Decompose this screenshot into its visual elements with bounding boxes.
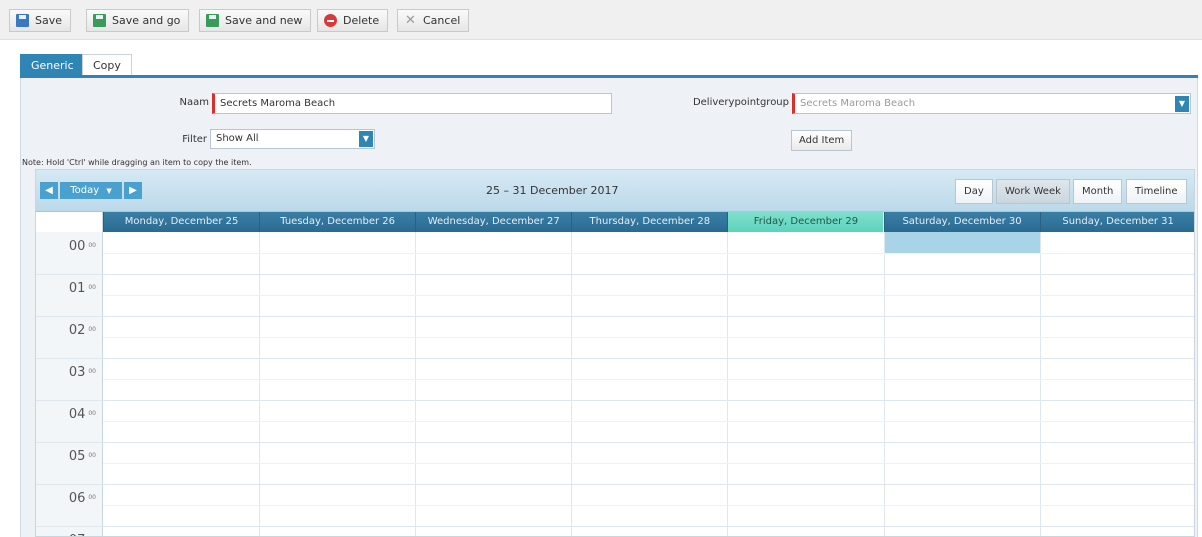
chevron-down-icon[interactable]: ▼ bbox=[1175, 96, 1189, 112]
minute-value: 00 bbox=[88, 368, 96, 375]
minute-value: 00 bbox=[88, 242, 96, 249]
scheduler-header: ◀ Today ▼ ▶ 25 – 31 December 2017 Day Wo… bbox=[36, 170, 1194, 212]
delete-icon bbox=[324, 14, 337, 27]
time-grid[interactable]: 00000100020003000400050006000700 bbox=[36, 232, 1194, 536]
hour-line bbox=[36, 442, 1194, 443]
day-divider bbox=[727, 232, 729, 536]
cancel-label: Cancel bbox=[423, 14, 461, 27]
day-header[interactable]: Friday, December 29 bbox=[727, 212, 884, 232]
half-hour-line bbox=[103, 463, 1194, 464]
save-and-new-button[interactable]: Save and new bbox=[199, 9, 312, 32]
tab-copy[interactable]: Copy bbox=[82, 54, 132, 76]
half-hour-line bbox=[103, 421, 1194, 422]
day-header[interactable]: Monday, December 25 bbox=[103, 212, 260, 232]
save-button-label: Save bbox=[35, 14, 63, 27]
hour-value: 06 bbox=[68, 491, 86, 506]
view-timeline-button[interactable]: Timeline bbox=[1126, 179, 1187, 204]
hour-label: 0700 bbox=[36, 533, 96, 536]
naam-input[interactable]: Secrets Maroma Beach bbox=[212, 93, 612, 114]
half-hour-line bbox=[103, 505, 1194, 506]
hour-label: 05 00 bbox=[36, 449, 96, 464]
floppy-disk-new-icon bbox=[206, 14, 219, 27]
half-hour-line bbox=[103, 379, 1194, 380]
minute-value: 00 bbox=[88, 410, 96, 417]
view-day-button[interactable]: Day bbox=[955, 179, 993, 204]
hour-value: 05 bbox=[68, 449, 86, 464]
time-column: 00000100020003000400050006000700 bbox=[36, 232, 103, 536]
deliverypointgroup-select[interactable]: Secrets Maroma Beach ▼ bbox=[792, 93, 1191, 114]
save-and-new-label: Save and new bbox=[225, 14, 303, 27]
add-item-button[interactable]: Add Item bbox=[791, 130, 853, 151]
day-divider bbox=[1039, 232, 1041, 536]
day-header-corner bbox=[36, 212, 103, 232]
deliverypointgroup-label: Deliverypointgroup bbox=[692, 97, 789, 108]
day-divider bbox=[259, 232, 261, 536]
today-dropdown[interactable]: Today ▼ bbox=[60, 182, 122, 199]
hour-line bbox=[36, 358, 1194, 359]
minute-value: 00 bbox=[88, 452, 96, 459]
day-header[interactable]: Sunday, December 31 bbox=[1039, 212, 1194, 232]
hour-label: 00 00 bbox=[36, 239, 96, 254]
today-label: Today bbox=[70, 185, 100, 196]
half-hour-line bbox=[103, 253, 1194, 254]
filter-value: Show All bbox=[216, 133, 259, 144]
floppy-disk-icon bbox=[16, 14, 29, 27]
day-divider bbox=[571, 232, 573, 536]
filter-select[interactable]: Show All ▼ bbox=[210, 129, 375, 149]
day-header[interactable]: Wednesday, December 27 bbox=[415, 212, 572, 232]
minute-value: 00 bbox=[88, 284, 96, 291]
delete-label: Delete bbox=[343, 14, 380, 27]
hour-line bbox=[36, 484, 1194, 485]
hour-line bbox=[36, 316, 1194, 317]
day-divider bbox=[415, 232, 417, 536]
cancel-button[interactable]: ✕ Cancel bbox=[397, 9, 470, 32]
hour-value: 02 bbox=[68, 323, 86, 338]
filter-label: Filter bbox=[182, 134, 207, 145]
chevron-down-icon: ▼ bbox=[106, 187, 112, 195]
minute-value: 00 bbox=[88, 494, 96, 501]
chevron-down-icon[interactable]: ▼ bbox=[359, 131, 373, 147]
save-and-go-button[interactable]: Save and go bbox=[86, 9, 190, 32]
view-month-button[interactable]: Month bbox=[1073, 179, 1123, 204]
selected-time-slot[interactable] bbox=[883, 232, 1040, 254]
hour-label: 04 00 bbox=[36, 407, 96, 422]
deliverypointgroup-value: Secrets Maroma Beach bbox=[800, 98, 916, 109]
close-icon: ✕ bbox=[405, 13, 416, 28]
hour-label: 02 00 bbox=[36, 323, 96, 338]
day-header[interactable]: Tuesday, December 26 bbox=[259, 212, 416, 232]
hour-label: 01 00 bbox=[36, 281, 96, 296]
day-header-row: Monday, December 25 Tuesday, December 26 W… bbox=[36, 212, 1194, 232]
floppy-disk-go-icon bbox=[93, 14, 106, 27]
hour-value: 03 bbox=[68, 365, 86, 380]
half-hour-line bbox=[103, 295, 1194, 296]
hour-label: 06 00 bbox=[36, 491, 96, 506]
hour-value: 00 bbox=[68, 239, 86, 254]
drag-copy-note: Note: Hold 'Ctrl' while dragging an item… bbox=[22, 158, 252, 167]
toolbar: Save Save and go Save and new Delete ✕ C… bbox=[0, 0, 1202, 40]
view-work-week-button[interactable]: Work Week bbox=[996, 179, 1070, 204]
hour-line bbox=[36, 274, 1194, 275]
naam-label: Naam bbox=[179, 97, 209, 108]
hour-line bbox=[36, 526, 1194, 527]
delete-button[interactable]: Delete bbox=[317, 9, 389, 32]
hour-value: 04 bbox=[68, 407, 86, 422]
day-header[interactable]: Thursday, December 28 bbox=[571, 212, 728, 232]
minute-value: 00 bbox=[88, 326, 96, 333]
hour-line bbox=[36, 400, 1194, 401]
next-arrow-icon[interactable]: ▶ bbox=[124, 182, 142, 199]
save-and-go-label: Save and go bbox=[112, 14, 181, 27]
save-button[interactable]: Save bbox=[9, 9, 72, 32]
day-header[interactable]: Saturday, December 30 bbox=[883, 212, 1040, 232]
tab-generic[interactable]: Generic bbox=[20, 54, 85, 76]
scheduler: ◀ Today ▼ ▶ 25 – 31 December 2017 Day Wo… bbox=[35, 169, 1195, 537]
half-hour-line bbox=[103, 337, 1194, 338]
hour-label: 03 00 bbox=[36, 365, 96, 380]
prev-arrow-icon[interactable]: ◀ bbox=[40, 182, 58, 199]
day-divider bbox=[883, 232, 885, 536]
date-range: 25 – 31 December 2017 bbox=[486, 184, 619, 197]
hour-value: 01 bbox=[68, 281, 86, 296]
hour-value: 07 bbox=[69, 533, 86, 536]
